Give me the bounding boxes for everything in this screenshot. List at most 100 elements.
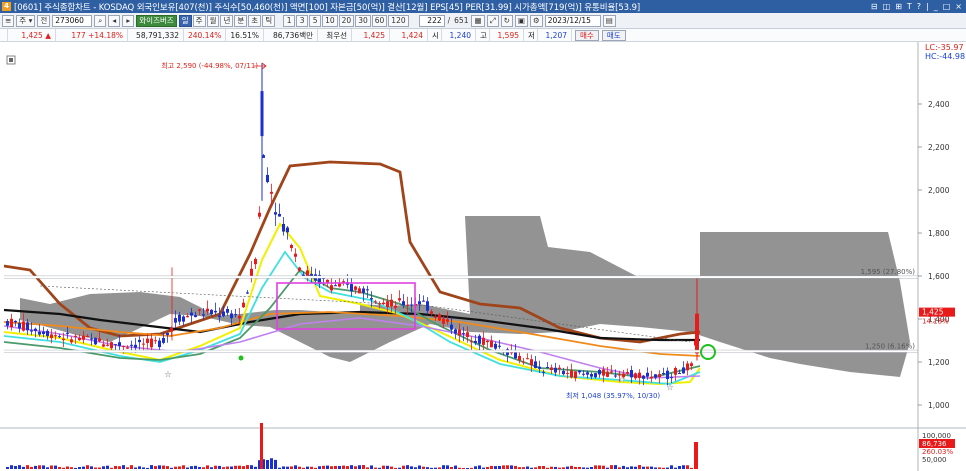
jeon-button[interactable]: 전 bbox=[37, 14, 51, 27]
window-control-7[interactable]: □ bbox=[943, 2, 951, 11]
volume-bar bbox=[542, 465, 545, 469]
refresh-icon[interactable]: ↻ bbox=[500, 14, 513, 27]
window-control-5[interactable]: | bbox=[926, 2, 929, 11]
y-tick-label: 1,800 bbox=[928, 229, 950, 238]
candle-body bbox=[110, 342, 113, 349]
tab-period-4[interactable]: 분 bbox=[234, 14, 248, 27]
volume-bar bbox=[562, 467, 565, 469]
volume-bar bbox=[390, 466, 393, 469]
grid-icon[interactable]: ▦ bbox=[471, 14, 485, 27]
candle-body bbox=[530, 359, 533, 366]
volume-bar bbox=[298, 466, 301, 469]
stock-code-input[interactable]: 273060 bbox=[52, 14, 93, 27]
volume-bar bbox=[354, 466, 357, 469]
volume-bar bbox=[590, 466, 593, 469]
candle-body bbox=[146, 338, 149, 343]
stock-name[interactable]: 와이즈버즈 bbox=[136, 14, 177, 27]
candle-body bbox=[130, 344, 133, 346]
volume-bar bbox=[546, 467, 549, 469]
volume-bar bbox=[438, 467, 441, 469]
candle-body bbox=[538, 366, 541, 369]
candle-body bbox=[90, 338, 93, 340]
volume-bar bbox=[54, 465, 57, 469]
candle-body bbox=[602, 369, 605, 376]
interval-button-120[interactable]: 120 bbox=[388, 14, 409, 27]
type-select[interactable]: 주 ▾ bbox=[16, 14, 36, 27]
volume-bar bbox=[502, 465, 505, 469]
buy-button[interactable]: 매수 bbox=[575, 29, 599, 41]
window-control-6[interactable]: _ bbox=[934, 2, 938, 11]
candle-body bbox=[218, 315, 221, 318]
volume-bar bbox=[686, 465, 689, 469]
search-icon[interactable]: ⌕ bbox=[94, 14, 107, 27]
volume-bar bbox=[458, 467, 461, 469]
candle-body bbox=[474, 340, 477, 343]
volume-bar bbox=[310, 466, 313, 469]
sell-button[interactable]: 매도 bbox=[601, 29, 626, 41]
volume-bar bbox=[146, 467, 149, 469]
tab-period-0[interactable]: 일 bbox=[178, 14, 192, 27]
y-tick-label: 2,400 bbox=[928, 100, 950, 109]
interval-button-1[interactable]: 1 bbox=[283, 14, 296, 27]
candle-body bbox=[374, 301, 377, 303]
volume-bar bbox=[142, 467, 145, 469]
chart-area[interactable]: 1,595 (27.80%) 1,250 (6.16%) ★ ★ ★ 최고 2,590 (… bbox=[0, 42, 966, 471]
volume-bar bbox=[430, 467, 433, 469]
date-input[interactable]: 2023/12/15 bbox=[544, 14, 601, 27]
volume-bar bbox=[190, 466, 193, 469]
candle-body bbox=[242, 302, 245, 308]
volume-ratio: 240.14% bbox=[184, 28, 226, 42]
candle-body bbox=[574, 371, 577, 379]
interval-button-10[interactable]: 10 bbox=[322, 14, 338, 27]
last-candle-body bbox=[695, 313, 699, 354]
calendar-icon[interactable]: ▤ bbox=[602, 14, 616, 27]
volume-bar bbox=[414, 467, 417, 469]
stock-chart[interactable]: 1,595 (27.80%) 1,250 (6.16%) ★ ★ ★ 최고 2,590 (… bbox=[0, 42, 966, 471]
candle-body bbox=[194, 315, 197, 318]
candle-body bbox=[378, 303, 381, 305]
volume-bar bbox=[482, 467, 485, 469]
interval-button-3[interactable]: 3 bbox=[296, 14, 309, 27]
candle-body bbox=[470, 341, 473, 343]
interval-button-5[interactable]: 5 bbox=[309, 14, 322, 27]
volume-bar bbox=[658, 467, 661, 469]
volume-bar bbox=[314, 467, 317, 469]
volume-bar bbox=[494, 466, 497, 469]
tab-period-6[interactable]: 틱 bbox=[262, 14, 276, 27]
volume: 58,791,332 bbox=[128, 28, 184, 42]
window-control-3[interactable]: T bbox=[907, 2, 912, 11]
window-control-4[interactable]: ? bbox=[917, 2, 921, 11]
candle-body bbox=[82, 335, 85, 340]
high-label: 고 bbox=[476, 28, 490, 42]
settings-icon[interactable]: ⚙ bbox=[529, 14, 543, 27]
next-stock-icon[interactable]: ▸ bbox=[122, 14, 135, 27]
interval-button-60[interactable]: 60 bbox=[371, 14, 388, 27]
candle-body bbox=[234, 314, 237, 316]
interval-button-30[interactable]: 30 bbox=[355, 14, 371, 27]
volume-bar bbox=[450, 466, 453, 469]
save-icon[interactable]: ▣ bbox=[514, 14, 528, 27]
volume-bar bbox=[338, 466, 341, 469]
volume-bar bbox=[170, 467, 173, 469]
tab-period-2[interactable]: 월 bbox=[206, 14, 220, 27]
window-control-1[interactable]: ◫ bbox=[883, 2, 891, 11]
zoom-icon[interactable]: ⤢ bbox=[486, 14, 499, 27]
tab-period-1[interactable]: 주 bbox=[192, 14, 206, 27]
tab-period-3[interactable]: 년 bbox=[220, 14, 234, 27]
tab-period-5[interactable]: 초 bbox=[248, 14, 262, 27]
volume-bar bbox=[570, 465, 573, 469]
window-control-0[interactable]: ⊟ bbox=[871, 2, 878, 11]
window-control-2[interactable]: ⊞ bbox=[895, 2, 902, 11]
volume-bar bbox=[554, 466, 557, 469]
count-input[interactable]: 222 bbox=[418, 14, 445, 27]
interval-button-20[interactable]: 20 bbox=[338, 14, 355, 27]
volume-bar bbox=[334, 465, 337, 469]
candle-body bbox=[670, 377, 673, 379]
candle-body bbox=[394, 305, 397, 308]
menu-icon[interactable]: ≡ bbox=[2, 14, 15, 27]
candle-body bbox=[458, 329, 461, 336]
candle-body bbox=[106, 344, 109, 346]
prev-stock-icon[interactable]: ◂ bbox=[108, 14, 121, 27]
window-control-8[interactable]: × bbox=[955, 2, 962, 11]
volume-bar bbox=[518, 467, 521, 469]
